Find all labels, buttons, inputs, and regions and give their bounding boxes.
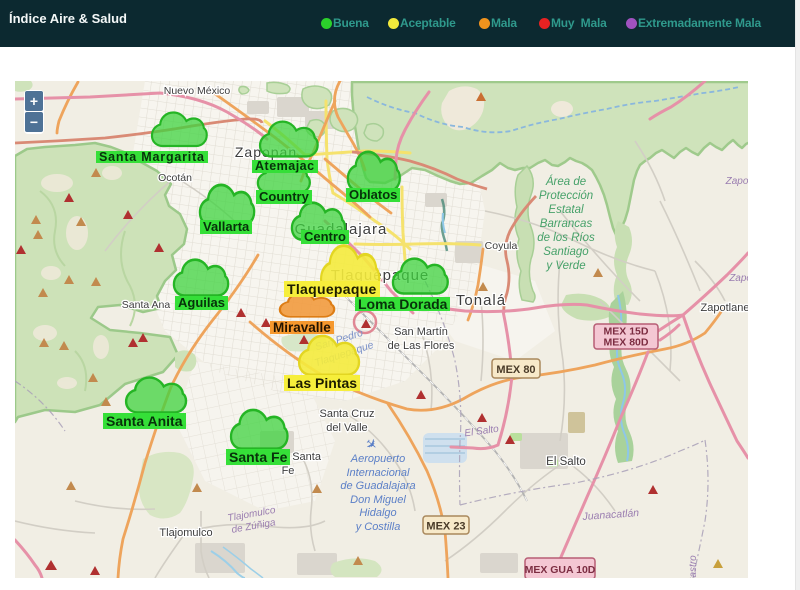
svg-text:del Valle: del Valle bbox=[326, 422, 367, 434]
svg-text:Santiago: Santiago bbox=[543, 246, 589, 258]
svg-text:Tlajomulco: Tlajomulco bbox=[159, 527, 212, 539]
svg-text:Zapo: Zapo bbox=[725, 176, 748, 187]
svg-text:Estatal: Estatal bbox=[548, 204, 584, 216]
svg-text:de Guadalajara: de Guadalajara bbox=[340, 480, 415, 492]
svg-text:Fe: Fe bbox=[282, 465, 295, 477]
svg-text:Nuevo México: Nuevo México bbox=[164, 85, 231, 97]
svg-text:Tonalá: Tonalá bbox=[456, 292, 506, 309]
svg-text:Hidalgo: Hidalgo bbox=[359, 507, 396, 519]
svg-text:Don Miguel: Don Miguel bbox=[350, 494, 406, 506]
svg-text:MEX GUA 10D: MEX GUA 10D bbox=[525, 564, 596, 576]
svg-text:Coyula: Coyula bbox=[485, 240, 518, 252]
svg-text:Protección: Protección bbox=[539, 190, 593, 202]
svg-text:Castro: Castro bbox=[688, 555, 699, 578]
svg-text:San Martín: San Martín bbox=[394, 326, 448, 338]
svg-text:El Salto: El Salto bbox=[546, 456, 586, 468]
svg-text:Aeropuerto: Aeropuerto bbox=[350, 453, 405, 465]
svg-text:Zapot: Zapot bbox=[728, 273, 748, 284]
svg-text:MEX 80: MEX 80 bbox=[496, 364, 535, 376]
svg-text:Zapotlane: Zapotlane bbox=[701, 302, 748, 314]
svg-text:de Las Flores: de Las Flores bbox=[388, 340, 455, 352]
svg-text:Santa Cruz: Santa Cruz bbox=[319, 408, 374, 420]
svg-text:Internacional: Internacional bbox=[347, 467, 411, 479]
svg-text:y Costilla: y Costilla bbox=[355, 521, 401, 533]
svg-text:Ocotán: Ocotán bbox=[158, 172, 192, 184]
svg-text:MEX 23: MEX 23 bbox=[426, 521, 465, 533]
svg-text:Santa Ana: Santa Ana bbox=[122, 299, 171, 311]
svg-text:Barrancas: Barrancas bbox=[540, 218, 593, 230]
svg-text:de los Ríos: de los Ríos bbox=[537, 232, 595, 244]
svg-text:Área de: Área de bbox=[545, 175, 586, 188]
svg-text:y Verde: y Verde bbox=[545, 260, 585, 272]
svg-text:MEX 80D: MEX 80D bbox=[604, 337, 649, 349]
